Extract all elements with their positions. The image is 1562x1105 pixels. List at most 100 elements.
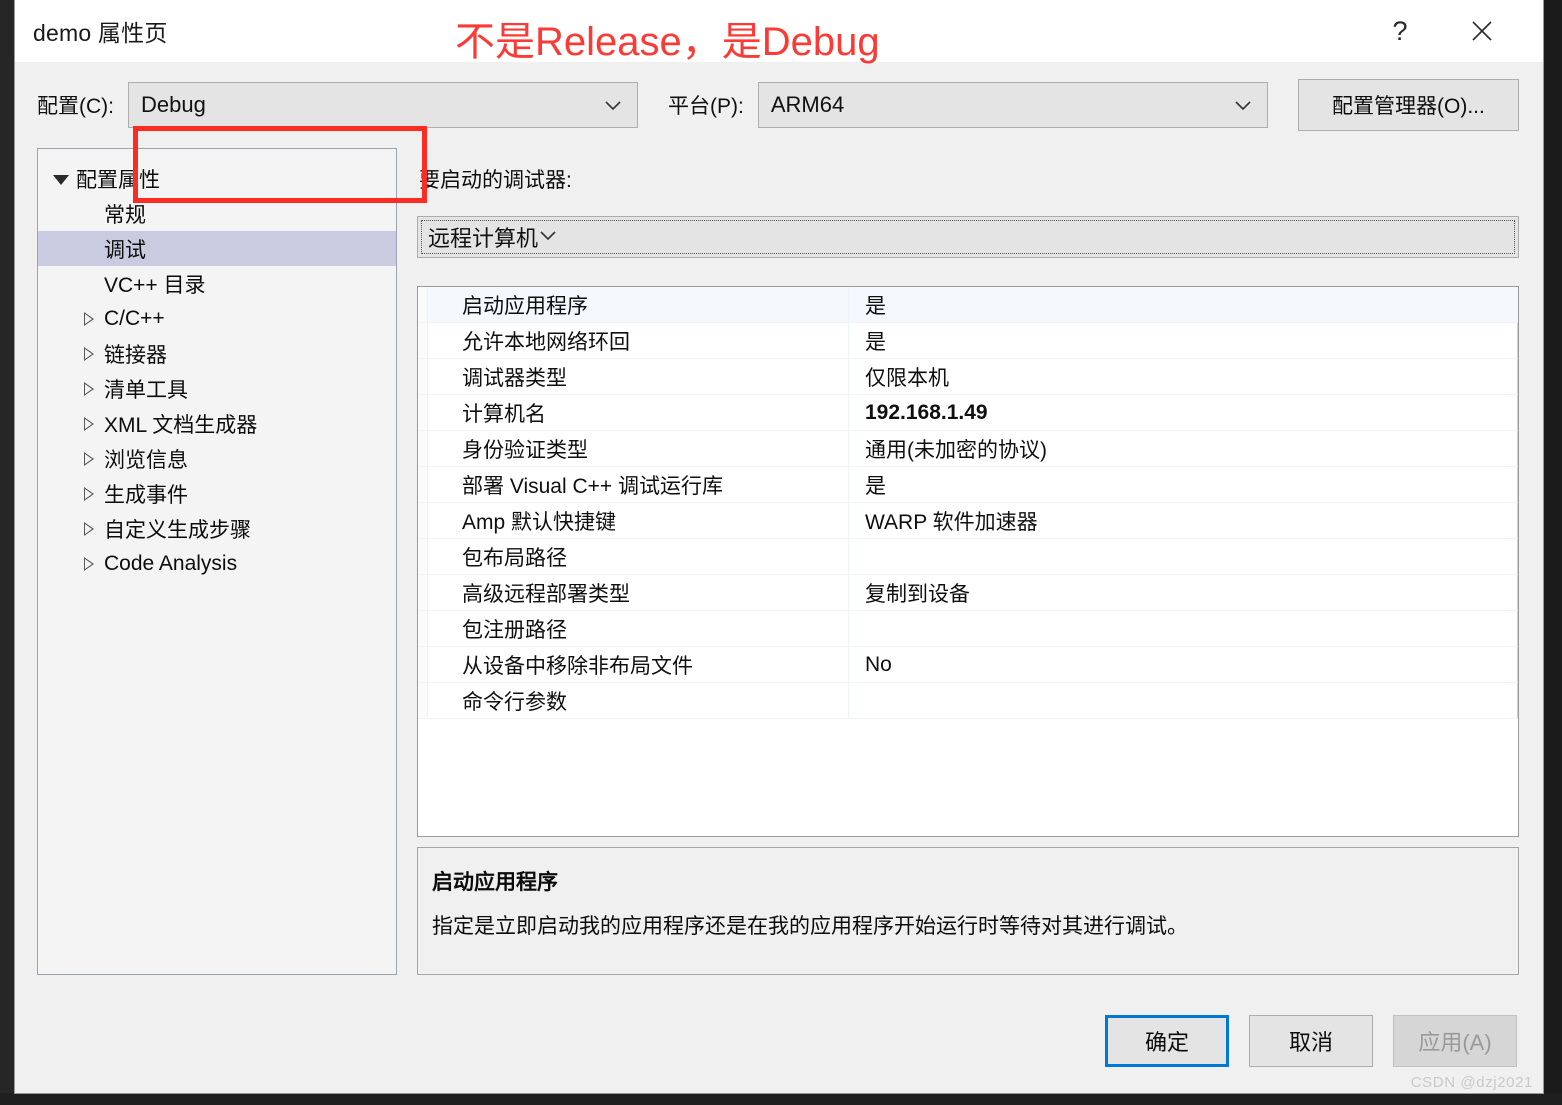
debugger-to-launch-label: 要启动的调试器: <box>419 169 572 192</box>
tree-item-4[interactable]: C/C++ <box>38 301 396 336</box>
property-gutter <box>418 467 428 502</box>
property-gutter <box>418 359 428 394</box>
property-gutter <box>418 503 428 538</box>
property-row[interactable]: 高级远程部署类型 复制到设备 <box>418 575 1518 611</box>
chevron-down-icon[interactable] <box>46 173 76 185</box>
property-row[interactable]: 部署 Visual C++ 调试运行库 是 <box>418 467 1518 503</box>
chevron-right-icon[interactable] <box>74 381 104 396</box>
property-value[interactable]: 是 <box>848 467 1518 502</box>
tree-item-label: 浏览信息 <box>104 448 188 472</box>
property-value[interactable]: 192.168.1.49 <box>848 395 1518 430</box>
property-name: 计算机名 <box>462 402 546 426</box>
property-grid-empty-area <box>418 719 1518 836</box>
tree-item-label: C/C++ <box>104 306 165 330</box>
close-icon[interactable] <box>1451 0 1513 62</box>
property-row[interactable]: 包布局路径 <box>418 539 1518 575</box>
tree-item-8[interactable]: 浏览信息 <box>38 441 396 476</box>
chevron-right-icon[interactable] <box>74 556 104 571</box>
configuration-bar: 配置(C): Debug 平台(P): ARM64 配置管理器(O)... <box>15 62 1543 203</box>
property-row[interactable]: 允许本地网络环回 是 <box>418 323 1518 359</box>
tree-item-5[interactable]: 链接器 <box>38 336 396 371</box>
property-gutter <box>418 575 428 610</box>
window-title: demo 属性页 <box>33 20 168 46</box>
help-icon[interactable]: ? <box>1369 0 1431 62</box>
property-name: 从设备中移除非布局文件 <box>462 654 693 678</box>
property-value[interactable] <box>848 683 1518 718</box>
property-row[interactable]: 调试器类型 仅限本机 <box>418 359 1518 395</box>
chevron-right-icon[interactable] <box>74 521 104 536</box>
desktop-bottom-edge <box>0 1093 1562 1105</box>
property-grid[interactable]: 启动应用程序是允许本地网络环回是调试器类型 仅限本机 计算机名 192.168.1.4… <box>417 286 1519 837</box>
chevron-right-icon[interactable] <box>74 451 104 466</box>
configuration-manager-button[interactable]: 配置管理器(O)... <box>1297 79 1519 131</box>
dialog-footer: 确定 取消 应用(A) CSDN @dzj2021 <box>15 997 1543 1093</box>
configuration-value: Debug <box>141 92 206 117</box>
dialog-titlebar: demo 属性页 ? <box>15 0 1543 62</box>
triangle-right-glyph <box>84 451 94 466</box>
tree-item-10[interactable]: 自定义生成步骤 <box>38 511 396 546</box>
configuration-combobox[interactable]: Debug <box>128 82 638 128</box>
tree-item-1[interactable]: 常规 <box>38 196 396 231</box>
property-row[interactable]: 包注册路径 <box>418 611 1518 647</box>
property-value[interactable]: 通用(未加密的协议) <box>848 431 1518 466</box>
tree-item-11[interactable]: Code Analysis <box>38 546 396 581</box>
focus-ring <box>421 220 1515 254</box>
tree-item-6[interactable]: 清单工具 <box>38 371 396 406</box>
ok-button[interactable]: 确定 <box>1105 1015 1229 1067</box>
property-name: 启动应用程序 <box>462 294 588 318</box>
triangle-right-glyph <box>84 556 94 571</box>
tree-item-label: 调试 <box>104 238 146 262</box>
tree-item-7[interactable]: XML 文档生成器 <box>38 406 396 441</box>
property-value[interactable]: 是 <box>848 287 1518 322</box>
triangle-right-glyph <box>84 311 94 326</box>
property-value[interactable] <box>848 611 1518 646</box>
property-row[interactable]: 命令行参数 <box>418 683 1518 719</box>
tree-item-0[interactable]: 配置属性 <box>38 161 396 196</box>
debugger-to-launch-combobox[interactable]: 远程计算机 <box>417 216 1519 258</box>
property-name: 包布局路径 <box>462 546 567 570</box>
property-value[interactable]: WARP 软件加速器 <box>848 503 1518 538</box>
property-gutter <box>418 647 428 682</box>
tree-item-9[interactable]: 生成事件 <box>38 476 396 511</box>
chevron-right-icon[interactable] <box>74 416 104 431</box>
cancel-button[interactable]: 取消 <box>1249 1015 1373 1067</box>
tree-item-2[interactable]: 调试 <box>38 231 396 266</box>
property-value[interactable]: 复制到设备 <box>848 575 1518 610</box>
configuration-label: 配置(C): <box>37 95 114 118</box>
property-name: Amp 默认快捷键 <box>462 510 617 534</box>
property-row[interactable]: 身份验证类型 通用(未加密的协议) <box>418 431 1518 467</box>
property-row[interactable]: 计算机名 192.168.1.49 <box>418 395 1518 431</box>
property-gutter <box>418 287 428 322</box>
chevron-right-icon[interactable] <box>74 486 104 501</box>
chevron-down-icon <box>1233 92 1253 118</box>
desktop-backdrop: demo 属性页 ? 配置(C): Debug 平台(P): ARM64 配置管… <box>0 0 1562 1105</box>
desktop-left-edge <box>0 0 14 1105</box>
triangle-right-glyph <box>84 486 94 501</box>
tree-item-3[interactable]: VC++ 目录 <box>38 266 396 301</box>
desktop-right-edge <box>1544 0 1562 1105</box>
triangle-right-glyph <box>84 521 94 536</box>
property-name: 命令行参数 <box>462 690 567 714</box>
property-row[interactable]: Amp 默认快捷键 WARP 软件加速器 <box>418 503 1518 539</box>
property-value[interactable] <box>848 539 1518 574</box>
triangle-down-glyph <box>53 174 69 185</box>
watermark: CSDN @dzj2021 <box>1410 1074 1533 1091</box>
property-gutter <box>418 323 428 358</box>
platform-label: 平台(P): <box>668 95 744 118</box>
chevron-right-icon[interactable] <box>74 311 104 326</box>
property-name: 调试器类型 <box>462 366 567 390</box>
property-value[interactable]: 是 <box>848 323 1518 358</box>
configuration-tree[interactable]: 配置属性 常规调试 VC++ 目录 C/C++ 链接器清单工具 XML 文档生成器浏览信息… <box>37 148 397 975</box>
property-gutter <box>418 683 428 718</box>
property-value[interactable]: No <box>848 647 1518 682</box>
tree-item-label: 链接器 <box>104 343 167 367</box>
chevron-right-icon[interactable] <box>74 346 104 361</box>
platform-combobox[interactable]: ARM64 <box>757 82 1268 128</box>
property-value[interactable]: 仅限本机 <box>848 359 1518 394</box>
property-row[interactable]: 启动应用程序 是 <box>418 287 1518 323</box>
property-name: 身份验证类型 <box>462 438 588 462</box>
property-row[interactable]: 从设备中移除非布局文件 No <box>418 647 1518 683</box>
description-title: 启动应用程序 <box>432 871 558 894</box>
tree-item-label: 清单工具 <box>104 378 188 402</box>
property-gutter <box>418 395 428 430</box>
